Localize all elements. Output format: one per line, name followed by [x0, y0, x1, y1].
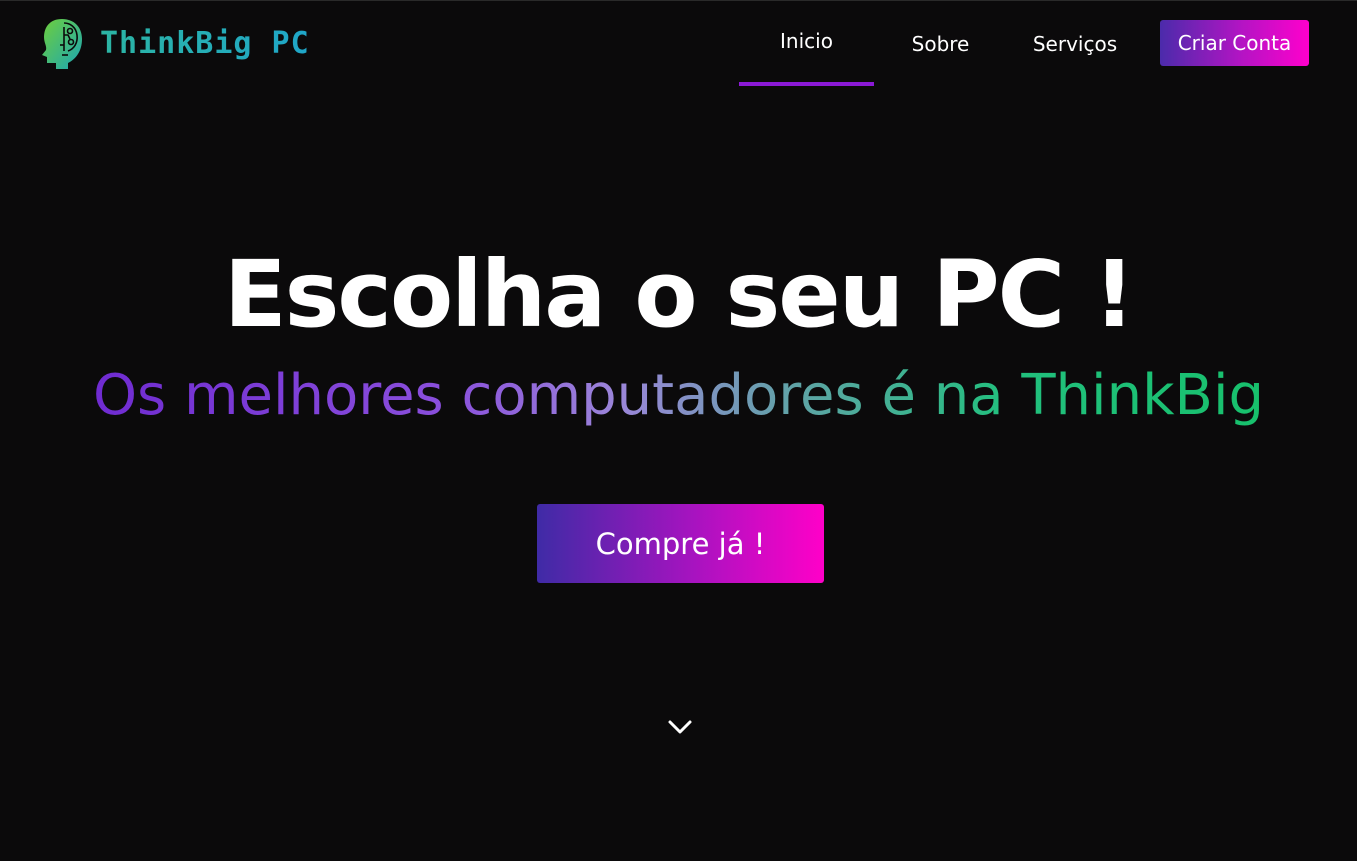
- nav-item-inicio[interactable]: Inicio: [739, 1, 874, 87]
- brand-name: ThinkBig PC: [100, 25, 310, 61]
- brain-head-lightbulb-icon: [42, 19, 82, 69]
- nav-item-label: Inicio: [780, 29, 833, 53]
- main-nav: Inicio Sobre Serviços: [739, 1, 1143, 87]
- nav-item-sobre[interactable]: Sobre: [874, 1, 1007, 87]
- landing-page: ThinkBig PC Inicio Sobre Serviços Criar …: [0, 0, 1357, 861]
- nav-item-label: Sobre: [911, 32, 970, 56]
- hero-subtitle-text: Os melhores computadores é na ThinkBig: [92, 363, 1265, 428]
- logo[interactable]: ThinkBig PC: [40, 15, 310, 71]
- hero-subtitle: Os melhores computadores é na ThinkBig: [0, 363, 1357, 428]
- hero-title: Escolha o seu PC !: [223, 241, 1135, 348]
- chevron-down-icon[interactable]: [666, 713, 694, 741]
- create-account-button[interactable]: Criar Conta: [1160, 20, 1309, 66]
- nav-item-label: Serviços: [1032, 32, 1118, 56]
- buy-now-button[interactable]: Compre já !: [537, 504, 824, 583]
- nav-item-servicos[interactable]: Serviços: [1007, 1, 1143, 87]
